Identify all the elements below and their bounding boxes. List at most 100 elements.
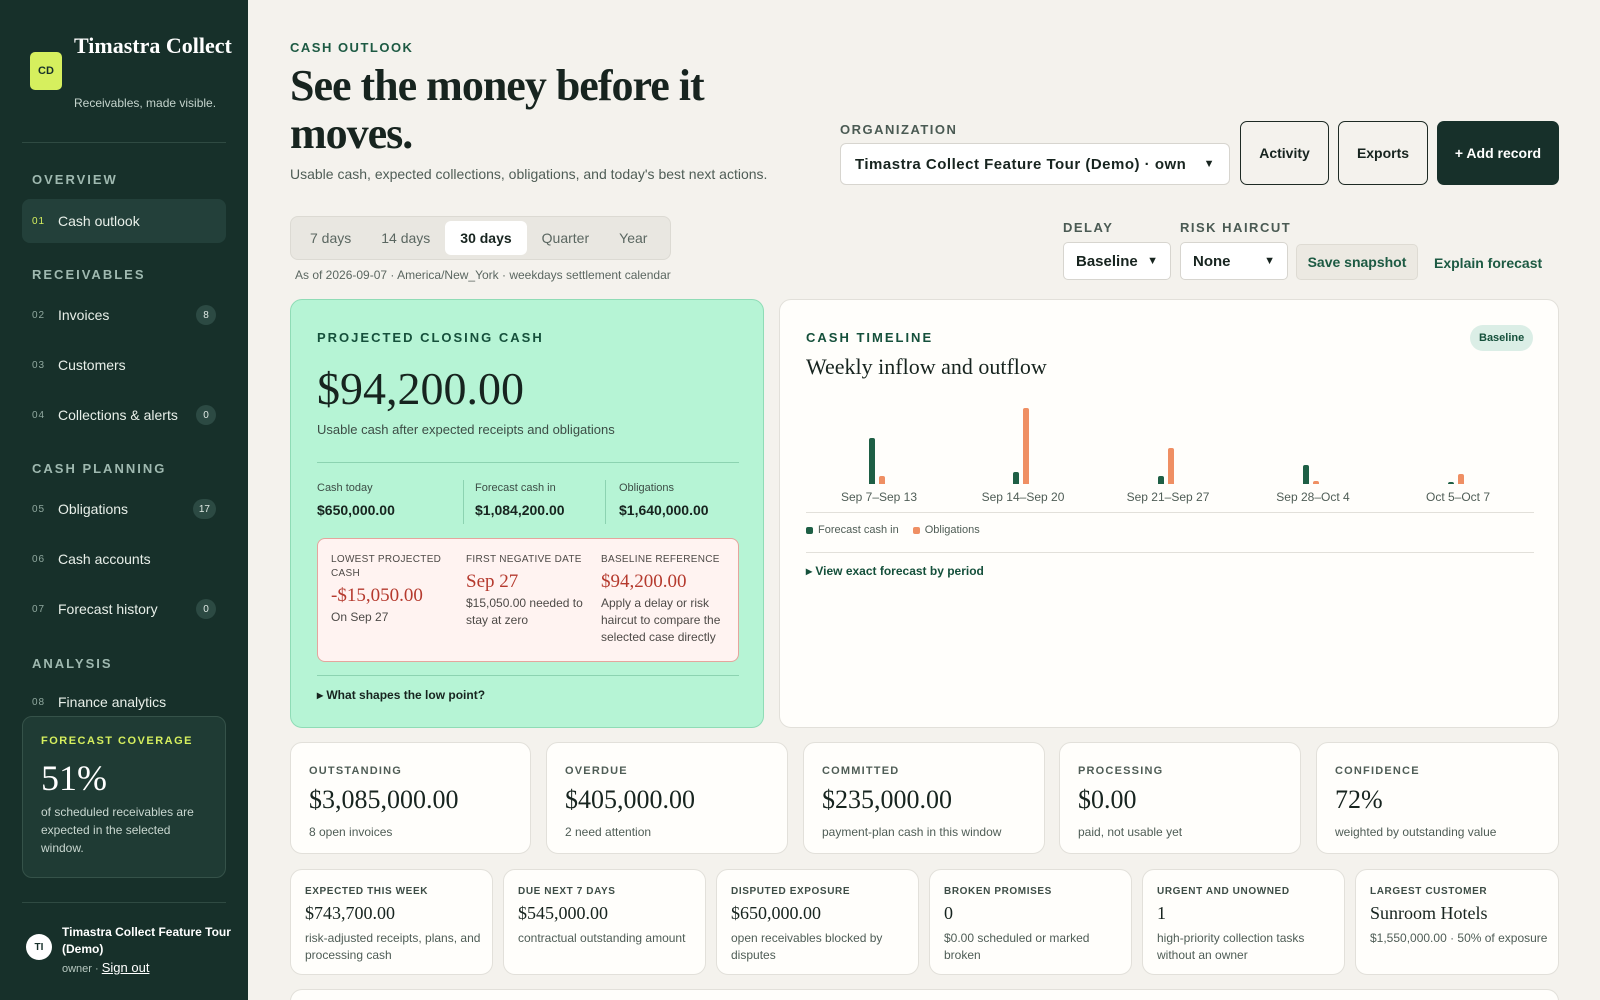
- kpi-label: PROCESSING: [1078, 765, 1164, 777]
- stat-card-due-next-7-days[interactable]: DUE NEXT 7 DAYS $545,000.00 contractual …: [503, 869, 706, 975]
- x-tick-label: Sep 14–Sep 20: [981, 490, 1065, 504]
- sidebar-item-number: 03: [32, 359, 46, 371]
- tab-30-days[interactable]: 30 days: [445, 221, 527, 255]
- add-record-button[interactable]: + Add record: [1437, 121, 1559, 185]
- kpi-card-outstanding[interactable]: OUTSTANDING $3,085,000.00 8 open invoice…: [290, 742, 531, 854]
- stat-card-disputed-exposure[interactable]: DISPUTED EXPOSURE $650,000.00 open recei…: [716, 869, 919, 975]
- risk-haircut-select[interactable]: None ▼: [1180, 242, 1288, 280]
- negative-sub: $15,050.00 needed to stay at zero: [466, 596, 583, 627]
- avatar[interactable]: TI: [26, 934, 52, 960]
- sidebar-item-forecast-history[interactable]: 07 Forecast history 0: [22, 587, 226, 631]
- obligations-total: Obligations $1,640,000.00: [619, 482, 709, 518]
- kpi-card-overdue[interactable]: OVERDUE $405,000.00 2 need attention: [546, 742, 788, 854]
- cash-today-value: $650,000.00: [317, 502, 395, 518]
- view-forecast-expander[interactable]: ▸ View exact forecast by period: [806, 564, 984, 578]
- sidebar-item-label: Cash outlook: [58, 213, 140, 229]
- risk-panel: LOWEST PROJECTED CASH -$15,050.00 On Sep…: [317, 538, 739, 662]
- risk-haircut-value: None: [1193, 252, 1231, 270]
- count-badge: 8: [196, 305, 216, 325]
- stat-card-urgent-unowned[interactable]: URGENT AND UNOWNED 1 high-priority colle…: [1142, 869, 1345, 975]
- section-cash-planning: CASH PLANNING: [32, 461, 167, 476]
- bar-forecast-cash-in[interactable]: [1013, 471, 1019, 484]
- sidebar: CD Timastra Collect Receivables, made vi…: [0, 0, 248, 1000]
- bar-obligations[interactable]: [1458, 473, 1464, 484]
- baseline-label: BASELINE REFERENCE: [601, 554, 720, 565]
- legend-label: Forecast cash in: [818, 524, 899, 536]
- stat-sub: contractual outstanding amount: [518, 931, 686, 945]
- stat-label: URGENT AND UNOWNED: [1157, 886, 1290, 897]
- organization-select[interactable]: Timastra Collect Feature Tour (Demo) · o…: [840, 143, 1230, 185]
- stat-label: BROKEN PROMISES: [944, 886, 1052, 897]
- forecast-coverage-card: FORECAST COVERAGE 51% of scheduled recei…: [22, 716, 226, 878]
- organization-value: Timastra Collect Feature Tour (Demo) · o…: [855, 155, 1187, 173]
- projected-subtitle: Usable cash after expected receipts and …: [317, 422, 615, 437]
- bar-obligations[interactable]: [879, 476, 885, 484]
- chevron-down-icon: ▼: [1203, 158, 1215, 170]
- projected-closing-cash-card: PROJECTED CLOSING CASH $94,200.00 Usable…: [290, 299, 764, 728]
- stat-value: $545,000.00: [518, 903, 608, 923]
- obligations-value: $1,640,000.00: [619, 502, 709, 518]
- sidebar-divider: [22, 902, 226, 903]
- kpi-value: 72%: [1335, 785, 1383, 814]
- sign-out-link[interactable]: Sign out: [102, 960, 150, 975]
- activity-button[interactable]: Activity: [1240, 121, 1329, 185]
- bar-obligations[interactable]: [1168, 447, 1174, 484]
- sidebar-item-invoices[interactable]: 02 Invoices 8: [22, 293, 226, 337]
- baseline-reference: BASELINE REFERENCE $94,200.00 Apply a de…: [601, 553, 729, 646]
- section-overview: OVERVIEW: [32, 172, 118, 187]
- legend-item-obligations: Obligations: [912, 524, 980, 536]
- kpi-sub: 2 need attention: [565, 825, 652, 839]
- stat-card-largest-customer[interactable]: LARGEST CUSTOMER Sunroom Hotels $1,550,0…: [1355, 869, 1559, 975]
- bar-forecast-cash-in[interactable]: [1158, 475, 1164, 484]
- projected-title: PROJECTED CLOSING CASH: [317, 330, 544, 345]
- tab-year[interactable]: Year: [604, 221, 662, 255]
- sidebar-item-number: 07: [32, 603, 46, 615]
- tab-7-days[interactable]: 7 days: [295, 221, 366, 255]
- legend-label: Obligations: [924, 524, 980, 536]
- bar-forecast-cash-in[interactable]: [869, 437, 875, 484]
- stat-label: DUE NEXT 7 DAYS: [518, 886, 616, 897]
- forecast-coverage-title: FORECAST COVERAGE: [41, 735, 194, 747]
- tab-quarter[interactable]: Quarter: [527, 221, 604, 255]
- low-point-expander[interactable]: ▸ What shapes the low point?: [317, 688, 485, 702]
- stat-card-expected-this-week[interactable]: EXPECTED THIS WEEK $743,700.00 risk-adju…: [290, 869, 493, 975]
- sidebar-item-number: 04: [32, 409, 46, 421]
- bar-forecast-cash-in[interactable]: [1448, 481, 1454, 484]
- stat-label: EXPECTED THIS WEEK: [305, 886, 429, 897]
- sidebar-item-number: 06: [32, 553, 46, 565]
- timeline-chart: Sep 7–Sep 13 Sep 14–Sep 20 Sep 21–Sep 27 Se…: [780, 300, 1560, 515]
- brand-logo: CD: [30, 52, 62, 90]
- sidebar-item-number: 02: [32, 309, 46, 321]
- page-eyebrow: CASH OUTLOOK: [290, 40, 414, 55]
- divider: [806, 552, 1534, 553]
- chart-axis: [806, 512, 1534, 513]
- sidebar-item-obligations[interactable]: 05 Obligations 17: [22, 487, 226, 531]
- stat-value: 1: [1157, 903, 1166, 923]
- bar-obligations[interactable]: [1023, 408, 1029, 484]
- sidebar-item-number: 05: [32, 503, 46, 515]
- stat-sub: risk-adjusted receipts, plans, and proce…: [305, 931, 481, 962]
- count-badge: 17: [192, 499, 216, 519]
- sidebar-item-collections[interactable]: 04 Collections & alerts 0: [22, 393, 226, 437]
- lowest-label: LOWEST PROJECTED CASH: [331, 554, 442, 579]
- sidebar-item-cash-outlook[interactable]: 01 Cash outlook: [22, 199, 226, 243]
- explain-forecast-button[interactable]: Explain forecast: [1434, 255, 1542, 271]
- page-subtitle: Usable cash, expected collections, oblig…: [290, 166, 768, 182]
- kpi-card-committed[interactable]: COMMITTED $235,000.00 payment-plan cash …: [803, 742, 1045, 854]
- tab-14-days[interactable]: 14 days: [366, 221, 445, 255]
- kpi-card-confidence[interactable]: CONFIDENCE 72% weighted by outstanding v…: [1316, 742, 1559, 854]
- sidebar-item-customers[interactable]: 03 Customers: [22, 343, 226, 387]
- save-snapshot-button[interactable]: Save snapshot: [1296, 244, 1418, 280]
- sidebar-item-label: Collections & alerts: [58, 407, 178, 423]
- forecast-cash-in: Forecast cash in $1,084,200.00: [475, 482, 565, 518]
- bar-obligations[interactable]: [1313, 480, 1319, 484]
- delay-select[interactable]: Baseline ▼: [1063, 242, 1171, 280]
- exports-button[interactable]: Exports: [1338, 121, 1428, 185]
- sidebar-item-label: Customers: [58, 357, 126, 373]
- section-analysis: ANALYSIS: [32, 656, 113, 671]
- stat-card-broken-promises[interactable]: BROKEN PROMISES 0 $0.00 scheduled or mar…: [929, 869, 1132, 975]
- forecast-coverage-desc: of scheduled receivables are expected in…: [41, 805, 194, 855]
- kpi-card-processing[interactable]: PROCESSING $0.00 paid, not usable yet: [1059, 742, 1301, 854]
- bar-forecast-cash-in[interactable]: [1303, 464, 1309, 484]
- sidebar-item-cash-accounts[interactable]: 06 Cash accounts: [22, 537, 226, 581]
